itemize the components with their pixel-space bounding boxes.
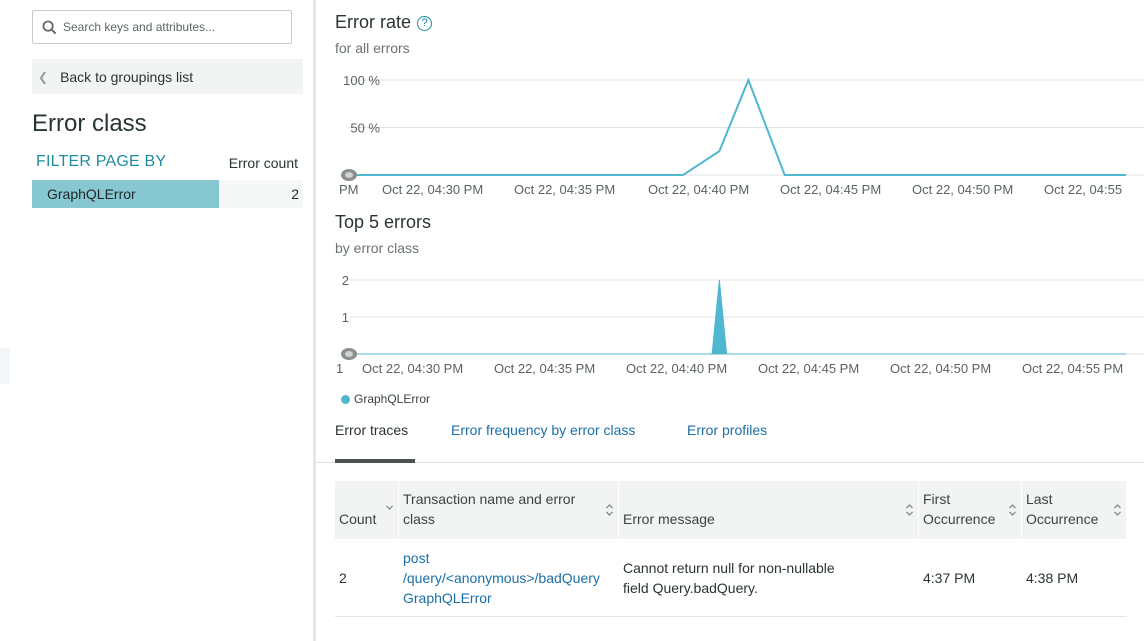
x-tick-label: Oct 22, 04:35 PM xyxy=(494,361,595,376)
chevron-left-icon: ❮ xyxy=(38,69,49,84)
cell-error-message: Cannot return null for non-nullable fiel… xyxy=(623,539,837,617)
column-header-label: Transaction name and error class xyxy=(403,491,576,527)
y-tick-label: 100 % xyxy=(343,73,380,88)
y-tick-label: 50 % xyxy=(350,121,380,136)
error-rate-subtitle: for all errors xyxy=(335,40,410,56)
legend-dot xyxy=(341,394,350,404)
top-errors-subtitle: by error class xyxy=(335,240,420,256)
y-tick-label: 2 xyxy=(342,273,349,288)
search-box[interactable] xyxy=(32,10,292,44)
column-header-label: Count xyxy=(339,511,377,527)
error-rate-title-text: Error rate xyxy=(335,12,412,32)
y-tick-label: 1 xyxy=(342,310,349,325)
x-tick-label: Oct 22, 04:55 PM xyxy=(1022,361,1123,376)
error-rate-chart: 100 % 50 % PM Oct 22, 04:30 PM Oct 22, 04:3… xyxy=(339,73,1144,197)
table-row[interactable]: 2 post /query/<anonymous>/badQuery Graph… xyxy=(335,539,1127,617)
filter-item-graphqlerror[interactable]: GraphQLError 2 xyxy=(32,180,303,208)
column-header-count[interactable]: Count xyxy=(335,481,399,539)
x-tick-label: Oct 22, 04:45 PM xyxy=(758,361,859,376)
column-header-first[interactable]: First Occurrence xyxy=(919,481,1022,539)
error-count-heading: Error count xyxy=(228,155,298,171)
chart-zoom-handle[interactable] xyxy=(341,348,357,360)
column-header-transaction[interactable]: Transaction name and error class xyxy=(399,481,619,539)
cell-first-occurrence: 4:37 PM xyxy=(923,570,976,586)
table-header: Count Transaction name and error class E… xyxy=(335,481,1127,539)
main-panel: Error rate? for all errors 100 % 50 % PM O… xyxy=(316,0,1144,641)
column-header-label: First Occurrence xyxy=(923,491,996,527)
cell-transaction[interactable]: post /query/<anonymous>/badQuery GraphQL… xyxy=(403,539,619,617)
x-tick-label: Oct 22, 04:35 PM xyxy=(514,182,615,197)
x-tick-label: Oct 22, 04:30 PM xyxy=(382,182,483,197)
error-message-text: Cannot return null for non-nullable fiel… xyxy=(623,560,835,596)
filter-title: Error class xyxy=(32,110,147,137)
sort-icon xyxy=(1009,504,1016,516)
left-edge-stub xyxy=(0,348,10,384)
error-traces-table: Count Transaction name and error class E… xyxy=(335,481,1127,617)
x-tick-label: Oct 22, 04:50 PM xyxy=(912,182,1013,197)
back-to-groupings-button[interactable]: ❮ Back to groupings list xyxy=(32,59,303,94)
filter-item-label: GraphQLError xyxy=(47,186,136,202)
column-header-last[interactable]: Last Occurrence xyxy=(1022,481,1127,539)
tab-bar: Error traces Error frequency by error cl… xyxy=(316,420,1144,463)
chart-legend[interactable]: GraphQLError xyxy=(341,392,430,406)
column-header-message[interactable]: Error message xyxy=(619,481,919,539)
search-icon xyxy=(42,20,57,34)
tab-error-frequency[interactable]: Error frequency by error class xyxy=(451,422,635,463)
cell-count: 2 xyxy=(339,570,347,586)
x-tick-label: Oct 22, 04:40 PM xyxy=(648,182,749,197)
sort-down-icon xyxy=(386,505,393,510)
tab-error-traces[interactable]: Error traces xyxy=(335,422,408,463)
filter-heading: FILTER PAGE BY xyxy=(36,153,167,170)
sort-icon xyxy=(1114,504,1121,516)
sort-icon xyxy=(906,504,913,516)
chart-zoom-handle[interactable] xyxy=(341,169,357,181)
search-input[interactable] xyxy=(63,20,283,34)
sort-icon xyxy=(606,504,613,516)
error-rate-title: Error rate? xyxy=(335,12,433,33)
sidebar: ❮ Back to groupings list Error class FIL… xyxy=(0,0,315,641)
x-tick-label: Oct 22, 04:50 PM xyxy=(890,361,991,376)
back-label: Back to groupings list xyxy=(60,68,194,85)
legend-label: GraphQLError xyxy=(354,392,431,406)
x-tick-label: Oct 22, 04:40 PM xyxy=(626,361,727,376)
cell-last-occurrence: 4:38 PM xyxy=(1026,570,1079,586)
top-errors-title: Top 5 errors xyxy=(335,212,432,232)
x-tick-label: Oct 22, 04:30 PM xyxy=(362,361,463,376)
column-header-label: Error message xyxy=(623,511,715,527)
transaction-link[interactable]: post /query/<anonymous>/badQuery xyxy=(403,548,617,588)
x-tick-label: PM xyxy=(339,182,359,197)
active-tab-indicator xyxy=(335,459,415,463)
x-tick-label: Oct 22, 04:45 PM xyxy=(780,182,881,197)
top-errors-chart: 2 1 1 Oct 22, 04:30 PM Oct 22, 04:35 PM Oct … xyxy=(336,273,1144,376)
tab-error-profiles[interactable]: Error profiles xyxy=(687,422,767,463)
help-icon[interactable]: ? xyxy=(417,16,433,31)
x-tick-label: 1 xyxy=(336,361,343,376)
column-header-label: Last Occurrence xyxy=(1026,491,1099,527)
filter-item-count: 2 xyxy=(291,186,299,202)
error-class-link[interactable]: GraphQLError xyxy=(403,588,617,608)
x-tick-label: Oct 22, 04:55 xyxy=(1044,182,1122,197)
